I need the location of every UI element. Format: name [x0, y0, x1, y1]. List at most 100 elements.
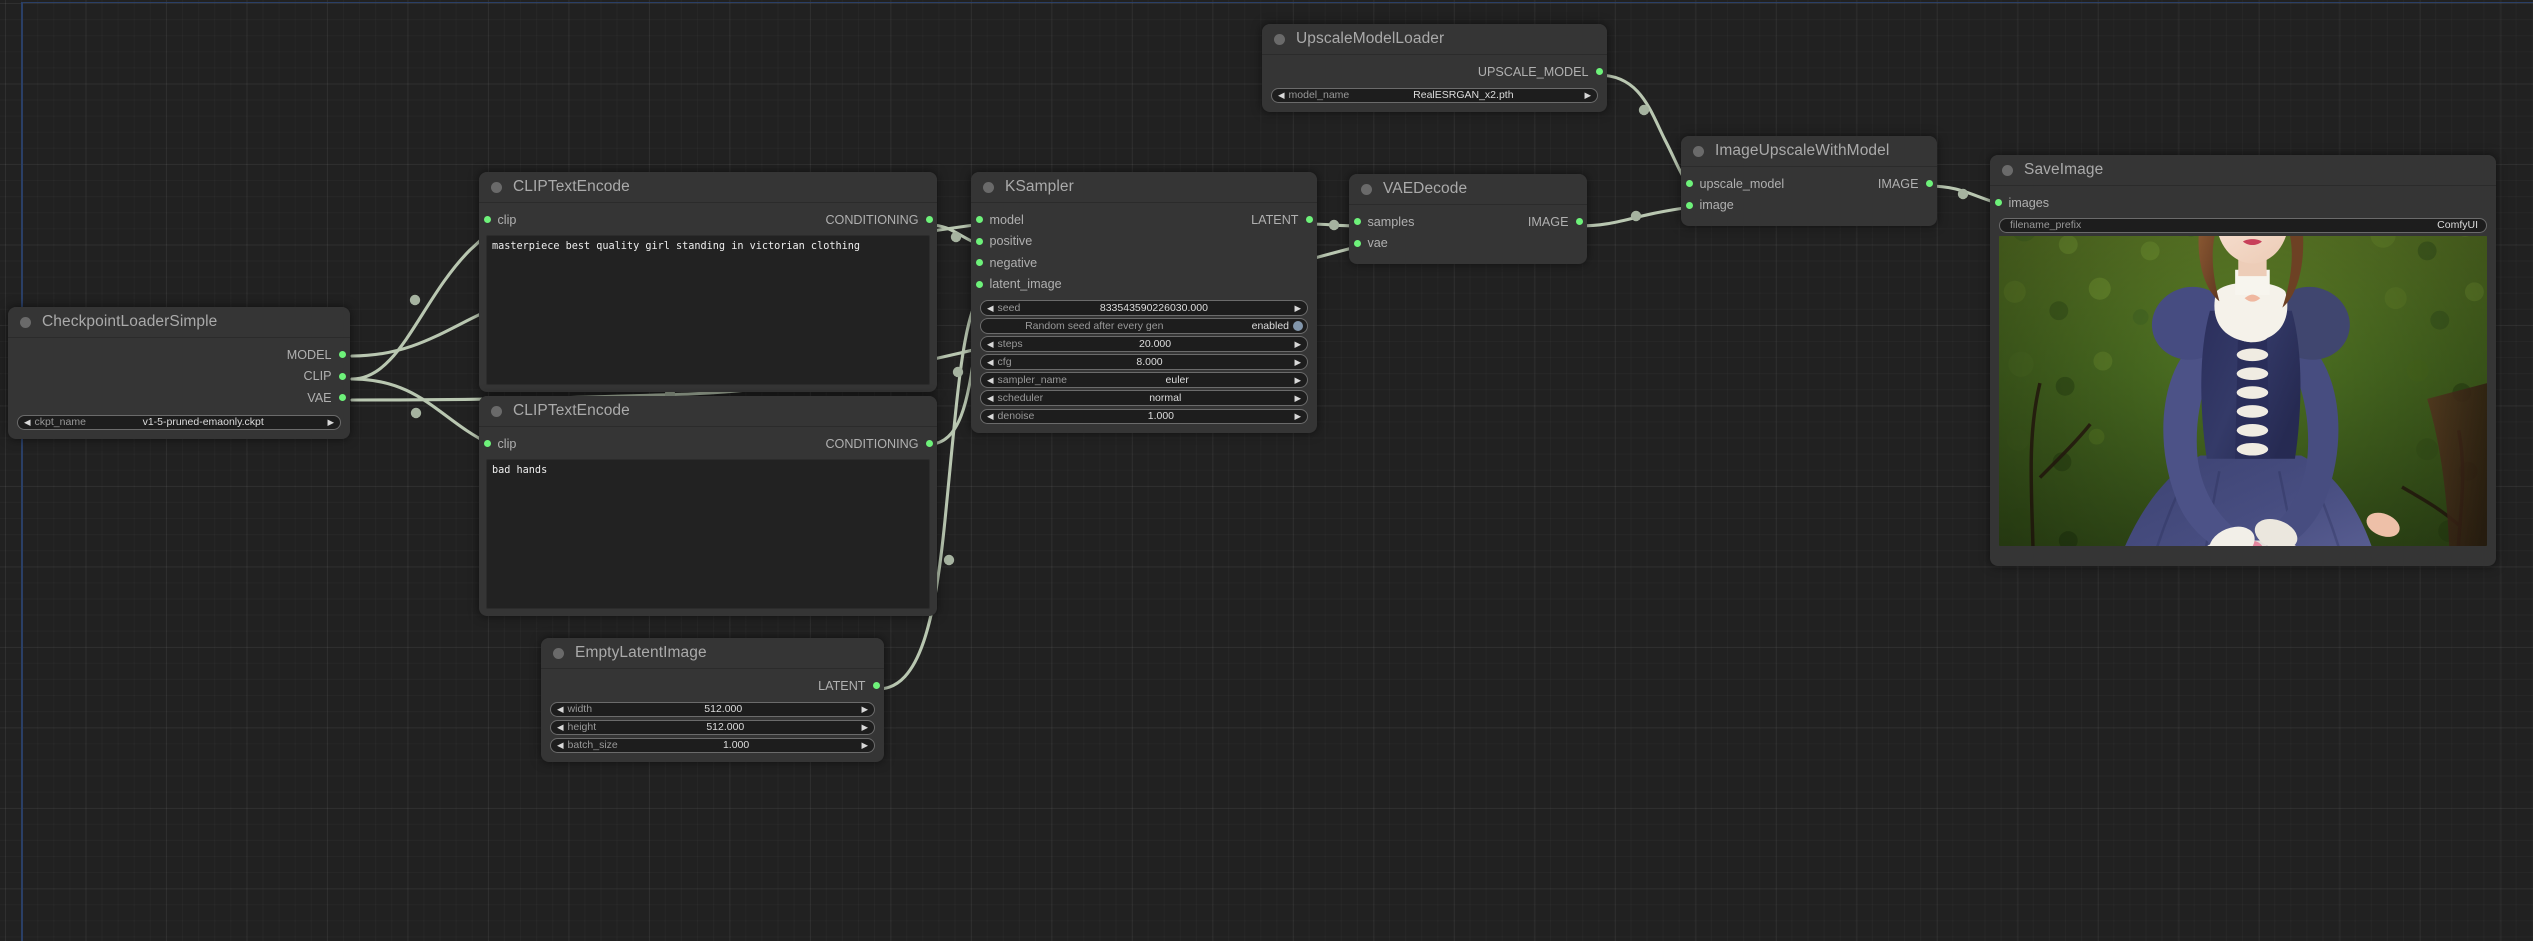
slot-dot-icon[interactable] — [976, 238, 983, 245]
output-slot-upscale-model[interactable]: UPSCALE_MODEL — [1478, 65, 1607, 79]
input-slot-vae[interactable]: vae — [1349, 236, 1388, 250]
slot-dot-icon[interactable] — [1354, 240, 1361, 247]
decrement-arrow-icon[interactable]: ◀ — [21, 418, 34, 427]
slot-dot-icon[interactable] — [976, 281, 983, 288]
slot-dot-icon[interactable] — [976, 216, 983, 223]
collapse-dot-icon[interactable] — [553, 648, 564, 659]
node-upscale-model-loader[interactable]: UpscaleModelLoader UPSCALE_MODEL ◀ model… — [1262, 24, 1607, 112]
input-slot-clip[interactable]: clip — [479, 437, 516, 451]
output-slot-image[interactable]: IMAGE — [1878, 177, 1937, 191]
increment-arrow-icon[interactable]: ▶ — [1291, 394, 1304, 403]
collapse-dot-icon[interactable] — [1361, 184, 1372, 195]
slot-dot-icon[interactable] — [339, 373, 346, 380]
collapse-dot-icon[interactable] — [983, 182, 994, 193]
output-slot-conditioning[interactable]: CONDITIONING — [825, 213, 937, 227]
output-slot-clip[interactable]: CLIP — [304, 369, 351, 383]
input-slot-images[interactable]: images — [1990, 196, 2049, 210]
slot-dot-icon[interactable] — [1354, 218, 1361, 225]
widget-model-name[interactable]: ◀ model_name RealESRGAN_x2.pth ▶ — [1271, 88, 1598, 104]
increment-arrow-icon[interactable]: ▶ — [858, 723, 871, 732]
output-slot-latent[interactable]: LATENT — [818, 679, 884, 693]
input-slot-clip[interactable]: clip — [479, 213, 516, 227]
increment-arrow-icon[interactable]: ▶ — [1291, 358, 1304, 367]
widget-ckpt-name[interactable]: ◀ ckpt_name v1-5-pruned-emaonly.ckpt ▶ — [17, 415, 341, 431]
node-title-bar[interactable]: UpscaleModelLoader — [1262, 24, 1607, 55]
input-slot-samples[interactable]: samples — [1349, 215, 1414, 229]
node-vae-decode[interactable]: VAEDecode samples IMAGE vae — [1349, 174, 1587, 264]
node-empty-latent-image[interactable]: EmptyLatentImage LATENT ◀ width 512.000 … — [541, 638, 884, 762]
increment-arrow-icon[interactable]: ▶ — [858, 741, 871, 750]
node-title-bar[interactable]: EmptyLatentImage — [541, 638, 884, 669]
decrement-arrow-icon[interactable]: ◀ — [554, 741, 567, 750]
widget-filename-prefix[interactable]: filename_prefix ComfyUI — [1999, 218, 2487, 234]
slot-dot-icon[interactable] — [1995, 199, 2002, 206]
prompt-textarea-negative[interactable]: bad hands — [486, 459, 930, 609]
slot-dot-icon[interactable] — [339, 394, 346, 401]
input-slot-negative[interactable]: negative — [971, 256, 1037, 270]
node-title-bar[interactable]: CLIPTextEncode — [479, 396, 937, 427]
toggle-knob-icon[interactable] — [1293, 321, 1303, 331]
slot-dot-icon[interactable] — [339, 351, 346, 358]
output-slot-latent[interactable]: LATENT — [1251, 213, 1317, 227]
collapse-dot-icon[interactable] — [491, 406, 502, 417]
comfyui-graph-canvas[interactable]: CheckpointLoaderSimple MODEL CLIP VAE — [0, 0, 2533, 941]
slot-dot-icon[interactable] — [1596, 68, 1603, 75]
decrement-arrow-icon[interactable]: ◀ — [984, 376, 997, 385]
input-slot-image[interactable]: image — [1681, 198, 1734, 212]
collapse-dot-icon[interactable] — [1274, 34, 1285, 45]
decrement-arrow-icon[interactable]: ◀ — [984, 358, 997, 367]
output-slot-vae[interactable]: VAE — [307, 391, 350, 405]
collapse-dot-icon[interactable] — [491, 182, 502, 193]
widget-random-seed-toggle[interactable]: Random seed after every gen enabled — [980, 318, 1308, 334]
prompt-textarea-positive[interactable]: masterpiece best quality girl standing i… — [486, 235, 930, 385]
output-slot-conditioning[interactable]: CONDITIONING — [825, 437, 937, 451]
input-slot-upscale-model[interactable]: upscale_model — [1681, 177, 1784, 191]
input-slot-model[interactable]: model — [971, 213, 1024, 227]
slot-dot-icon[interactable] — [484, 440, 491, 447]
slot-dot-icon[interactable] — [976, 259, 983, 266]
widget-denoise[interactable]: ◀ denoise 1.000 ▶ — [980, 409, 1308, 425]
slot-dot-icon[interactable] — [484, 216, 491, 223]
decrement-arrow-icon[interactable]: ◀ — [984, 304, 997, 313]
decrement-arrow-icon[interactable]: ◀ — [984, 340, 997, 349]
node-ksampler[interactable]: KSampler model LATENT positive — [971, 172, 1317, 433]
slot-dot-icon[interactable] — [1686, 180, 1693, 187]
input-slot-positive[interactable]: positive — [971, 234, 1032, 248]
widget-sampler-name[interactable]: ◀ sampler_name euler ▶ — [980, 372, 1308, 388]
image-preview[interactable] — [1999, 236, 2487, 546]
widget-scheduler[interactable]: ◀ scheduler normal ▶ — [980, 390, 1308, 406]
slot-dot-icon[interactable] — [1686, 202, 1693, 209]
widget-cfg[interactable]: ◀ cfg 8.000 ▶ — [980, 354, 1308, 370]
decrement-arrow-icon[interactable]: ◀ — [1275, 91, 1288, 100]
widget-seed[interactable]: ◀ seed 833543590226030.000 ▶ — [980, 300, 1308, 316]
node-title-bar[interactable]: ImageUpscaleWithModel — [1681, 136, 1937, 167]
widget-width[interactable]: ◀ width 512.000 ▶ — [550, 702, 875, 718]
increment-arrow-icon[interactable]: ▶ — [1291, 376, 1304, 385]
decrement-arrow-icon[interactable]: ◀ — [554, 705, 567, 714]
node-checkpoint-loader-simple[interactable]: CheckpointLoaderSimple MODEL CLIP VAE — [8, 307, 350, 439]
increment-arrow-icon[interactable]: ▶ — [1581, 91, 1594, 100]
node-title-bar[interactable]: SaveImage — [1990, 155, 2496, 186]
node-title-bar[interactable]: CheckpointLoaderSimple — [8, 307, 350, 338]
decrement-arrow-icon[interactable]: ◀ — [984, 394, 997, 403]
collapse-dot-icon[interactable] — [1693, 146, 1704, 157]
node-save-image[interactable]: SaveImage images filename_prefix ComfyUI — [1990, 155, 2496, 566]
node-title-bar[interactable]: KSampler — [971, 172, 1317, 203]
node-clip-text-encode-positive[interactable]: CLIPTextEncode clip CONDITIONING masterp… — [479, 172, 937, 392]
widget-batch-size[interactable]: ◀ batch_size 1.000 ▶ — [550, 738, 875, 754]
node-image-upscale-with-model[interactable]: ImageUpscaleWithModel upscale_model IMAG… — [1681, 136, 1937, 226]
increment-arrow-icon[interactable]: ▶ — [1291, 304, 1304, 313]
decrement-arrow-icon[interactable]: ◀ — [984, 412, 997, 421]
collapse-dot-icon[interactable] — [20, 317, 31, 328]
slot-dot-icon[interactable] — [1306, 216, 1313, 223]
output-slot-model[interactable]: MODEL — [287, 348, 350, 362]
decrement-arrow-icon[interactable]: ◀ — [554, 723, 567, 732]
slot-dot-icon[interactable] — [926, 440, 933, 447]
slot-dot-icon[interactable] — [1576, 218, 1583, 225]
increment-arrow-icon[interactable]: ▶ — [858, 705, 871, 714]
slot-dot-icon[interactable] — [1926, 180, 1933, 187]
node-title-bar[interactable]: VAEDecode — [1349, 174, 1587, 205]
node-title-bar[interactable]: CLIPTextEncode — [479, 172, 937, 203]
increment-arrow-icon[interactable]: ▶ — [1291, 412, 1304, 421]
widget-height[interactable]: ◀ height 512.000 ▶ — [550, 720, 875, 736]
